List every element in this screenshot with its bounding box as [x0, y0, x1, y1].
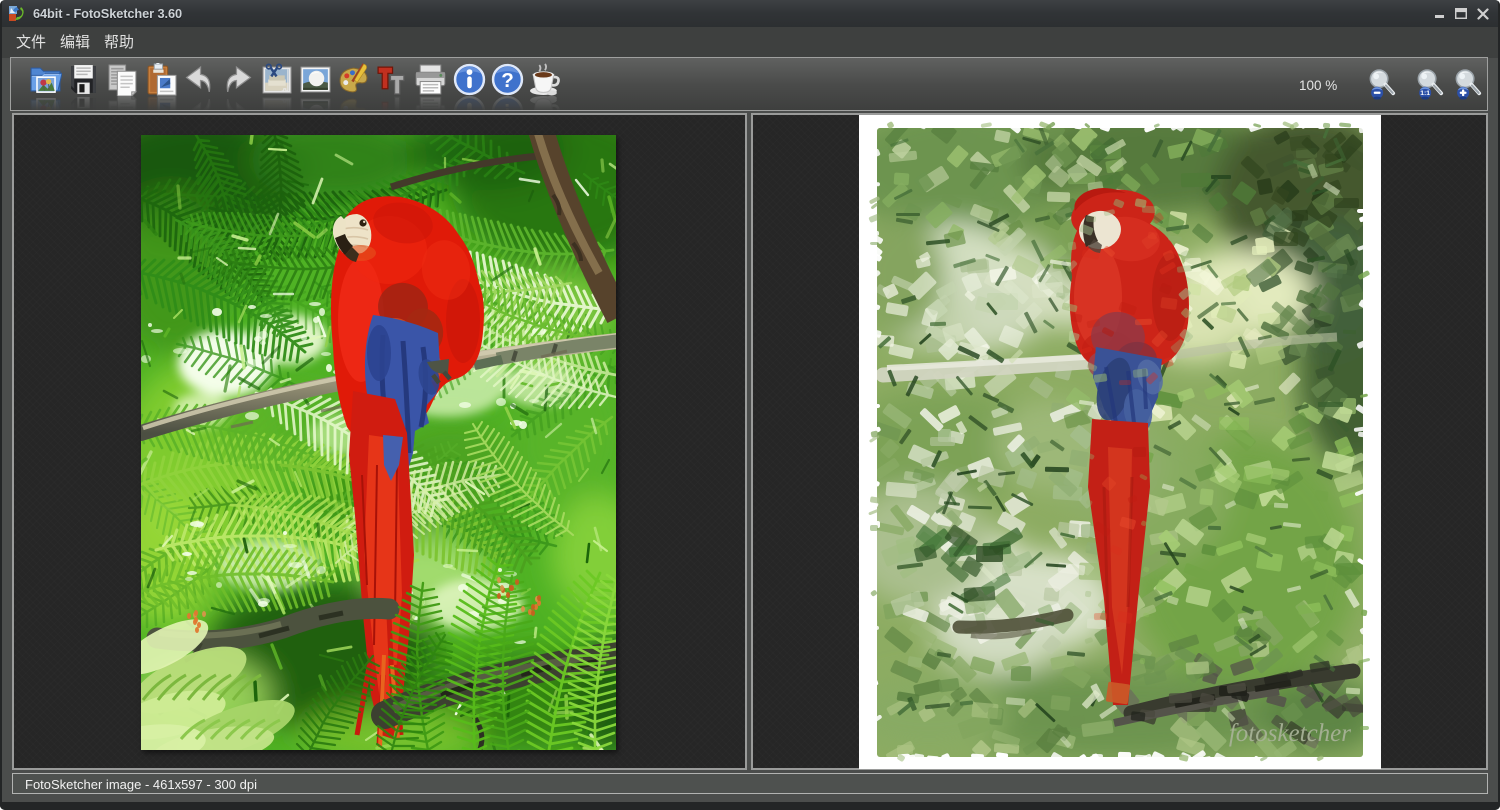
svg-text:1:1: 1:1	[1420, 90, 1430, 97]
svg-text:?: ?	[501, 69, 514, 92]
svg-text:fotosketcher: fotosketcher	[1229, 720, 1351, 747]
